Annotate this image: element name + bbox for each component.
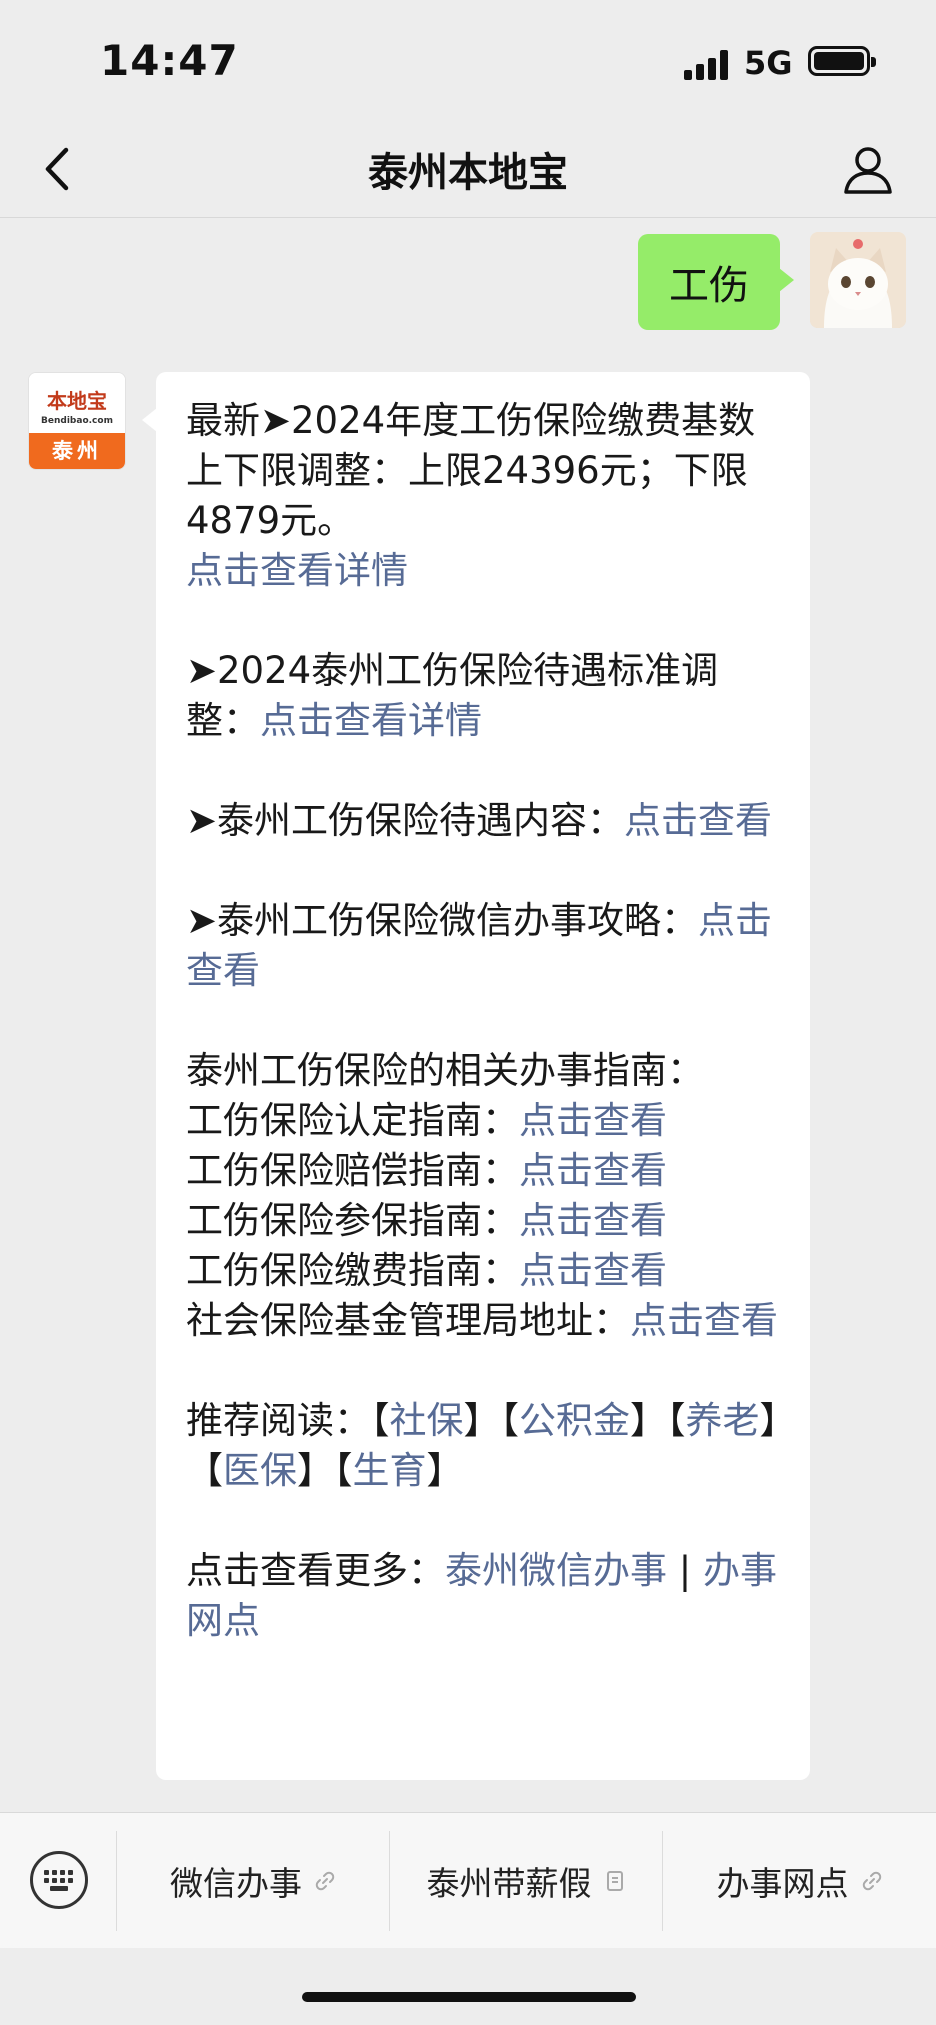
guide-link[interactable]: 点击查看 (519, 1199, 667, 1242)
recommend-link-gongjijin[interactable]: 公积金 (519, 1399, 630, 1442)
guide-label: 社会保险基金管理局地址： (186, 1299, 630, 1342)
logo-city: 泰州 (29, 433, 125, 469)
user-message-bubble[interactable]: 工伤 (638, 234, 794, 330)
status-time: 14:47 (100, 36, 239, 85)
home-indicator[interactable] (302, 1992, 636, 2002)
profile-button[interactable] (840, 142, 896, 198)
recommend-link-shebao[interactable]: 社保 (390, 1399, 464, 1442)
guide-label: 工伤保险认定指南： (186, 1099, 519, 1142)
page-title: 泰州本地宝 (368, 150, 568, 196)
bot-avatar[interactable]: 本地宝 Bendibao.com 泰州 (28, 372, 126, 470)
link-separator: | (667, 1549, 703, 1592)
guide-link[interactable]: 点击查看 (519, 1149, 667, 1192)
menu-item-label: 微信办事 (170, 1864, 302, 1903)
document-icon (606, 1871, 623, 1891)
bottom-menu: 微信办事 泰州带薪假 办事网点 (0, 1812, 936, 1948)
update-text: 最新➤2024年度工伤保险缴费基数上下限调整：上限24396元；下限4879元。 (186, 399, 756, 542)
message-paragraph: 最新➤2024年度工伤保险缴费基数上下限调整：上限24396元；下限4879元。… (186, 396, 782, 596)
message-paragraph: ➤2024泰州工伤保险待遇标准调整：点击查看详情 (186, 646, 782, 746)
guide-label: 工伤保险缴费指南： (186, 1249, 519, 1292)
paragraph-text: ➤泰州工伤保险微信办事攻略： (186, 899, 699, 942)
menu-item-label: 泰州带薪假 (426, 1864, 592, 1903)
bot-message-bubble: 最新➤2024年度工伤保险缴费基数上下限调整：上限24396元；下限4879元。… (142, 372, 810, 1780)
menu-item-service-points[interactable]: 办事网点 (663, 1813, 936, 1949)
cat-avatar-icon (810, 232, 906, 328)
link-icon (862, 1871, 881, 1891)
recommend-label: 推荐阅读： (186, 1399, 371, 1442)
user-message-text: 工伤 (669, 263, 749, 309)
recommend-link-yanglao[interactable]: 养老 (686, 1399, 760, 1442)
guide-label: 工伤保险参保指南： (186, 1199, 519, 1242)
guide-link[interactable]: 点击查看 (630, 1299, 778, 1342)
logo-subtext: Bendibao.com (41, 416, 113, 426)
recommend-section: 推荐阅读：【社保】【公积金】【养老】【医保】【生育】 (186, 1399, 778, 1492)
wechat-services-link[interactable]: 泰州微信办事 (445, 1549, 667, 1592)
recommend-link-yibao[interactable]: 医保 (223, 1449, 297, 1492)
guide-heading: 泰州工伤保险的相关办事指南： (186, 1049, 704, 1092)
guide-label: 工伤保险赔偿指南： (186, 1149, 519, 1192)
guide-link[interactable]: 点击查看 (519, 1099, 667, 1142)
menu-item-wechat-services[interactable]: 微信办事 (117, 1813, 389, 1949)
recommend-link-shengyu[interactable]: 生育 (353, 1449, 427, 1492)
view-link[interactable]: 点击查看 (624, 799, 772, 842)
keyboard-button[interactable] (30, 1851, 88, 1909)
nav-bar: 泰州本地宝 (0, 120, 936, 218)
menu-item-label: 办事网点 (716, 1864, 849, 1903)
message-paragraph: ➤泰州工伤保险待遇内容：点击查看 (186, 796, 782, 846)
network-label: 5G (744, 44, 793, 82)
status-bar: 14:47 5G (0, 0, 936, 120)
paragraph-text: ➤泰州工伤保险待遇内容： (186, 799, 625, 842)
keyboard-icon (44, 1870, 74, 1892)
guide-link[interactable]: 点击查看 (519, 1249, 667, 1292)
details-link[interactable]: 点击查看详情 (186, 549, 408, 592)
person-icon (844, 147, 892, 194)
message-paragraph: ➤泰州工伤保险微信办事攻略：点击查看 (186, 896, 782, 996)
menu-item-paid-leave[interactable]: 泰州带薪假 (390, 1813, 662, 1949)
signal-icon (684, 46, 734, 80)
avatar[interactable] (810, 232, 906, 328)
more-label: 点击查看更多： (186, 1549, 445, 1592)
battery-icon (808, 46, 876, 76)
more-section: 点击查看更多：泰州微信办事 | 办事网点 (186, 1546, 782, 1646)
details-link[interactable]: 点击查看详情 (260, 699, 482, 742)
guide-section: 泰州工伤保险的相关办事指南： 工伤保险认定指南：点击查看 工伤保险赔偿指南：点击… (186, 1046, 782, 1346)
link-icon (315, 1871, 335, 1891)
logo-text: 本地宝 (47, 389, 107, 413)
